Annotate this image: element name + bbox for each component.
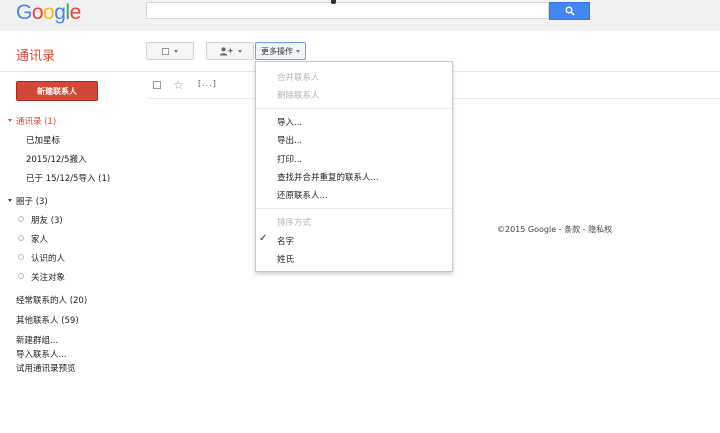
page-title: 通讯录 (16, 49, 56, 64)
circle-icon (18, 254, 24, 260)
logo-letter: G (16, 1, 32, 24)
top-bar: Google (0, 0, 720, 31)
menu-export[interactable]: 导出... (277, 134, 302, 146)
loading-indicator: [...] (198, 79, 217, 88)
menu-sort-first-name[interactable]: 名字 (277, 235, 294, 247)
more-actions-menu: 合并联系人 删除联系人 导入... 导出... 打印... 查找并合并重复的联系… (255, 61, 453, 272)
menu-restore-contacts[interactable]: 还原联系人... (277, 189, 328, 201)
menu-merge-contacts: 合并联系人 (277, 73, 320, 83)
search-input[interactable] (146, 2, 549, 19)
star-icon[interactable]: ☆ (173, 78, 184, 92)
nav-group-moved[interactable]: 2015/12/5搬入 (26, 153, 87, 165)
menu-sort-header: 排序方式 (277, 218, 312, 228)
nav-group-imported[interactable]: 已于 15/12/5导入 (1) (26, 172, 110, 184)
menu-import[interactable]: 导入... (277, 116, 302, 128)
menu-sort-last-name[interactable]: 姓氏 (277, 253, 294, 265)
checkmark-icon: ✓ (259, 233, 268, 244)
search-icon (565, 6, 575, 16)
footer: ©2015 Google - 条款 - 隐私权 (497, 224, 612, 235)
chevron-down-icon (237, 49, 242, 53)
logo-letter: o (31, 1, 44, 24)
circle-icon (18, 216, 24, 222)
checkbox-icon (162, 47, 169, 55)
nav-frequent[interactable]: 经常联系的人 (20) (16, 294, 87, 306)
terms-link[interactable]: 条款 (564, 225, 580, 234)
menu-print[interactable]: 打印... (277, 153, 302, 165)
nav-other-contacts[interactable]: 其他联系人 (59) (16, 314, 79, 326)
logo-letter: e (69, 1, 82, 24)
menu-find-merge-duplicates[interactable]: 查找并合并重复的联系人... (277, 171, 379, 183)
search-button[interactable] (549, 2, 590, 20)
logo-letter: o (43, 1, 55, 24)
logo-letter: g (54, 1, 66, 24)
copyright-text: ©2015 Google - (497, 225, 565, 234)
menu-separator (256, 208, 452, 209)
import-contacts-link[interactable]: 导入联系人... (16, 348, 67, 360)
circle-icon (18, 273, 24, 279)
nav-circle-friends[interactable]: 朋友 (3) (31, 214, 63, 226)
new-contact-button[interactable]: 新建联系人 (16, 81, 98, 101)
nav-circle-acquaintances[interactable]: 认识的人 (31, 252, 65, 264)
chevron-down-icon (174, 49, 178, 53)
nav-contacts[interactable]: 通讯录 (1) (16, 115, 56, 127)
nav-starred[interactable]: 已加星标 (26, 134, 60, 146)
select-all-button[interactable] (146, 42, 194, 60)
google-logo[interactable]: Google (16, 1, 81, 25)
footer-separator: - (580, 225, 589, 234)
menu-delete-contacts: 删除联系人 (277, 91, 320, 101)
nav-circle-family[interactable]: 家人 (31, 233, 48, 245)
circle-icon (18, 235, 24, 241)
add-to-circle-button[interactable] (206, 42, 254, 60)
try-preview-link[interactable]: 试用通讯录预览 (16, 362, 76, 374)
collapse-triangle-icon[interactable] (8, 199, 12, 202)
contacts-page: Google 通讯录 更多操作 新建联系人 通讯录 (1) 已加星标 2015/… (0, 0, 720, 433)
row-checkbox[interactable] (153, 81, 161, 89)
privacy-link[interactable]: 隐私权 (588, 225, 612, 234)
add-person-icon (219, 46, 232, 55)
nav-circle-following[interactable]: 关注对象 (31, 271, 65, 283)
more-actions-label: 更多操作 (261, 46, 293, 56)
more-actions-button[interactable]: 更多操作 (255, 42, 306, 60)
collapse-triangle-icon[interactable] (8, 119, 12, 122)
menu-separator (256, 108, 452, 109)
nav-circles[interactable]: 圈子 (3) (16, 195, 48, 207)
chevron-down-icon (296, 49, 300, 53)
mouse-cursor-icon (331, 0, 336, 4)
new-group-link[interactable]: 新建群组... (16, 334, 58, 346)
